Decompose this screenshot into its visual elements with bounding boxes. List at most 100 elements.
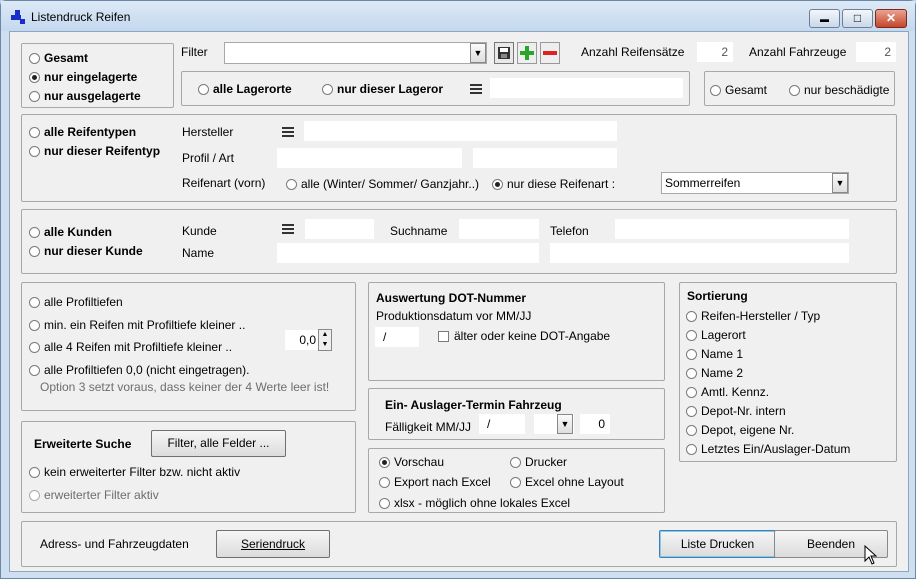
seriendruck-label: Seriendruck <box>240 537 306 551</box>
radio-kein-filter[interactable]: kein erweiterter Filter bzw. nicht aktiv <box>29 465 240 479</box>
profil-hint: Option 3 setzt voraus, dass keiner der 4… <box>40 380 330 394</box>
radio-diese-reifenart[interactable]: nur diese Reifenart : <box>492 177 615 191</box>
radio-export-excel[interactable]: Export nach Excel <box>379 475 491 489</box>
label: Excel ohne Layout <box>525 475 624 489</box>
radio-dieser-kunde[interactable]: nur dieser Kunde <box>29 244 143 258</box>
reifenart-select[interactable]: Sommerreifen ▼ <box>661 172 849 194</box>
filter-combobox[interactable]: ▼ <box>224 42 487 64</box>
dot-subtitle: Produktionsdatum vor MM/JJ <box>376 309 532 323</box>
label: Gesamt <box>44 51 89 65</box>
faelligkeit-date-input[interactable]: / <box>479 414 525 434</box>
hersteller-input[interactable] <box>304 121 617 141</box>
radio-alle-reifenarten[interactable]: alle (Winter/ Sommer/ Ganzjahr..) <box>286 177 479 191</box>
radio-ausgelagert[interactable]: nur ausgelagerte <box>29 89 141 103</box>
lagerort-input[interactable] <box>490 78 683 98</box>
kunden-group: alle Kunden nur dieser Kunde Kunde Suchn… <box>21 209 897 274</box>
mouse-cursor-icon <box>864 545 878 565</box>
radio-damage-gesamt[interactable]: Gesamt <box>710 83 767 97</box>
name1-input[interactable] <box>277 243 539 263</box>
radio-sort-lagerort[interactable]: Lagerort <box>686 328 746 342</box>
faelligkeit-number[interactable]: 0 <box>580 414 610 434</box>
label: Name 2 <box>701 366 744 380</box>
dot-title: Auswertung DOT-Nummer <box>376 291 527 305</box>
chevron-down-icon[interactable]: ▼ <box>832 173 848 193</box>
radio-alle-reifentypen[interactable]: alle Reifentypen <box>29 125 136 139</box>
damage-group: Gesamt nur beschädigte <box>704 71 895 106</box>
window-title: Listendruck Reifen <box>31 10 131 24</box>
spin-down-icon[interactable]: ▼ <box>322 341 329 348</box>
spin-up-icon[interactable]: ▲ <box>322 331 329 338</box>
radio-profiltiefe-null[interactable]: alle Profiltiefen 0,0 (nicht eingetragen… <box>29 363 249 377</box>
radio-excel-ohne-layout[interactable]: Excel ohne Layout <box>510 475 624 489</box>
radio-dieser-lagerort[interactable]: nur dieser Lageror <box>322 82 443 96</box>
older-checkbox[interactable] <box>438 331 449 342</box>
radio-sort-datum[interactable]: Letztes Ein/Auslager-Datum <box>686 442 850 456</box>
radio-alle-lagerorte[interactable]: alle Lagerorte <box>198 82 292 96</box>
older-label: älter oder keine DOT-Angabe <box>454 329 611 343</box>
reifenart-label: Reifenart (vorn) <box>182 176 266 190</box>
label: Depot, eigene Nr. <box>701 423 795 437</box>
label: nur dieser Lageror <box>337 82 444 96</box>
kunde-input[interactable] <box>305 219 374 239</box>
minus-icon <box>543 51 557 55</box>
add-filter-button[interactable] <box>517 42 537 64</box>
label: nur dieser Reifentyp <box>44 144 161 158</box>
termin-title: Ein- Auslager-Termin Fahrzeug <box>385 398 562 412</box>
fahrzeuge-count: 2 <box>856 42 896 62</box>
radio-sort-hersteller[interactable]: Reifen-Hersteller / Typ <box>686 309 820 323</box>
chevron-down-icon[interactable]: ▼ <box>470 43 486 63</box>
main-window: Listendruck Reifen ▬ □ ✕ Gesamt nur eing… <box>0 0 916 579</box>
liste-drucken-button[interactable]: Liste Drucken <box>659 530 776 558</box>
radio-sort-kennz[interactable]: Amtl. Kennz. <box>686 385 769 399</box>
label: nur dieser Kunde <box>44 244 143 258</box>
telefon-input[interactable] <box>615 219 849 239</box>
suchname-input[interactable] <box>459 219 539 239</box>
radio-beschaedigt[interactable]: nur beschädigte <box>789 83 889 97</box>
label: alle Reifentypen <box>44 125 137 139</box>
label: Export nach Excel <box>394 475 491 489</box>
radio-dieser-reifentyp[interactable]: nur dieser Reifentyp <box>29 144 160 158</box>
list-icon[interactable] <box>282 127 294 137</box>
profiltiefe-input[interactable]: 0,0 <box>285 330 318 350</box>
reifensaetze-label: Anzahl Reifensätze <box>581 45 685 59</box>
beenden-label: Beenden <box>806 537 856 551</box>
adress-label: Adress- und Fahrzeugdaten <box>40 537 189 551</box>
radio-eingelagert[interactable]: nur eingelagerte <box>29 70 137 84</box>
radio-sort-depot-intern[interactable]: Depot-Nr. intern <box>686 404 786 418</box>
save-filter-button[interactable] <box>494 42 514 64</box>
radio-alle-4-reifen[interactable]: alle 4 Reifen mit Profiltiefe kleiner .. <box>29 340 232 354</box>
seriendruck-button[interactable]: Seriendruck <box>216 530 330 558</box>
radio-drucker[interactable]: Drucker <box>510 455 567 469</box>
suchname-label: Suchname <box>390 224 448 238</box>
label: Name 1 <box>701 347 744 361</box>
minimize-button[interactable]: ▬ <box>809 9 840 28</box>
maximize-button[interactable]: □ <box>842 9 873 28</box>
radio-sort-depot-eigene[interactable]: Depot, eigene Nr. <box>686 423 794 437</box>
radio-vorschau[interactable]: Vorschau <box>379 455 444 469</box>
remove-filter-button[interactable] <box>540 42 560 64</box>
dot-date-input[interactable]: / <box>375 327 419 347</box>
name2-input[interactable] <box>550 243 849 263</box>
faelligkeit-select[interactable]: ▼ <box>534 414 574 434</box>
radio-min-ein-reifen[interactable]: min. ein Reifen mit Profiltiefe kleiner … <box>29 318 245 332</box>
list-icon[interactable] <box>470 84 482 94</box>
fahrzeuge-label: Anzahl Fahrzeuge <box>749 45 847 59</box>
profiltiefe-spinner[interactable]: ▲ ▼ <box>318 329 332 351</box>
close-button[interactable]: ✕ <box>875 9 907 28</box>
chevron-down-icon[interactable]: ▼ <box>557 414 573 434</box>
close-icon: ✕ <box>885 11 897 25</box>
radio-gesamt[interactable]: Gesamt <box>29 51 88 65</box>
radio-alle-profiltiefen[interactable]: alle Profiltiefen <box>29 295 123 309</box>
radio-alle-kunden[interactable]: alle Kunden <box>29 225 112 239</box>
list-icon[interactable] <box>282 224 294 234</box>
minimize-icon: ▬ <box>820 14 829 24</box>
label: kein erweiterter Filter bzw. nicht aktiv <box>44 465 241 479</box>
art-input[interactable] <box>473 148 617 168</box>
profil-input[interactable] <box>277 148 462 168</box>
label: nur beschädigte <box>804 83 890 97</box>
label: Amtl. Kennz. <box>701 385 770 399</box>
radio-xlsx[interactable]: xlsx - möglich ohne lokales Excel <box>379 496 570 510</box>
filter-alle-felder-button[interactable]: Filter, alle Felder ... <box>151 430 286 457</box>
radio-sort-name2[interactable]: Name 2 <box>686 366 743 380</box>
radio-sort-name1[interactable]: Name 1 <box>686 347 743 361</box>
